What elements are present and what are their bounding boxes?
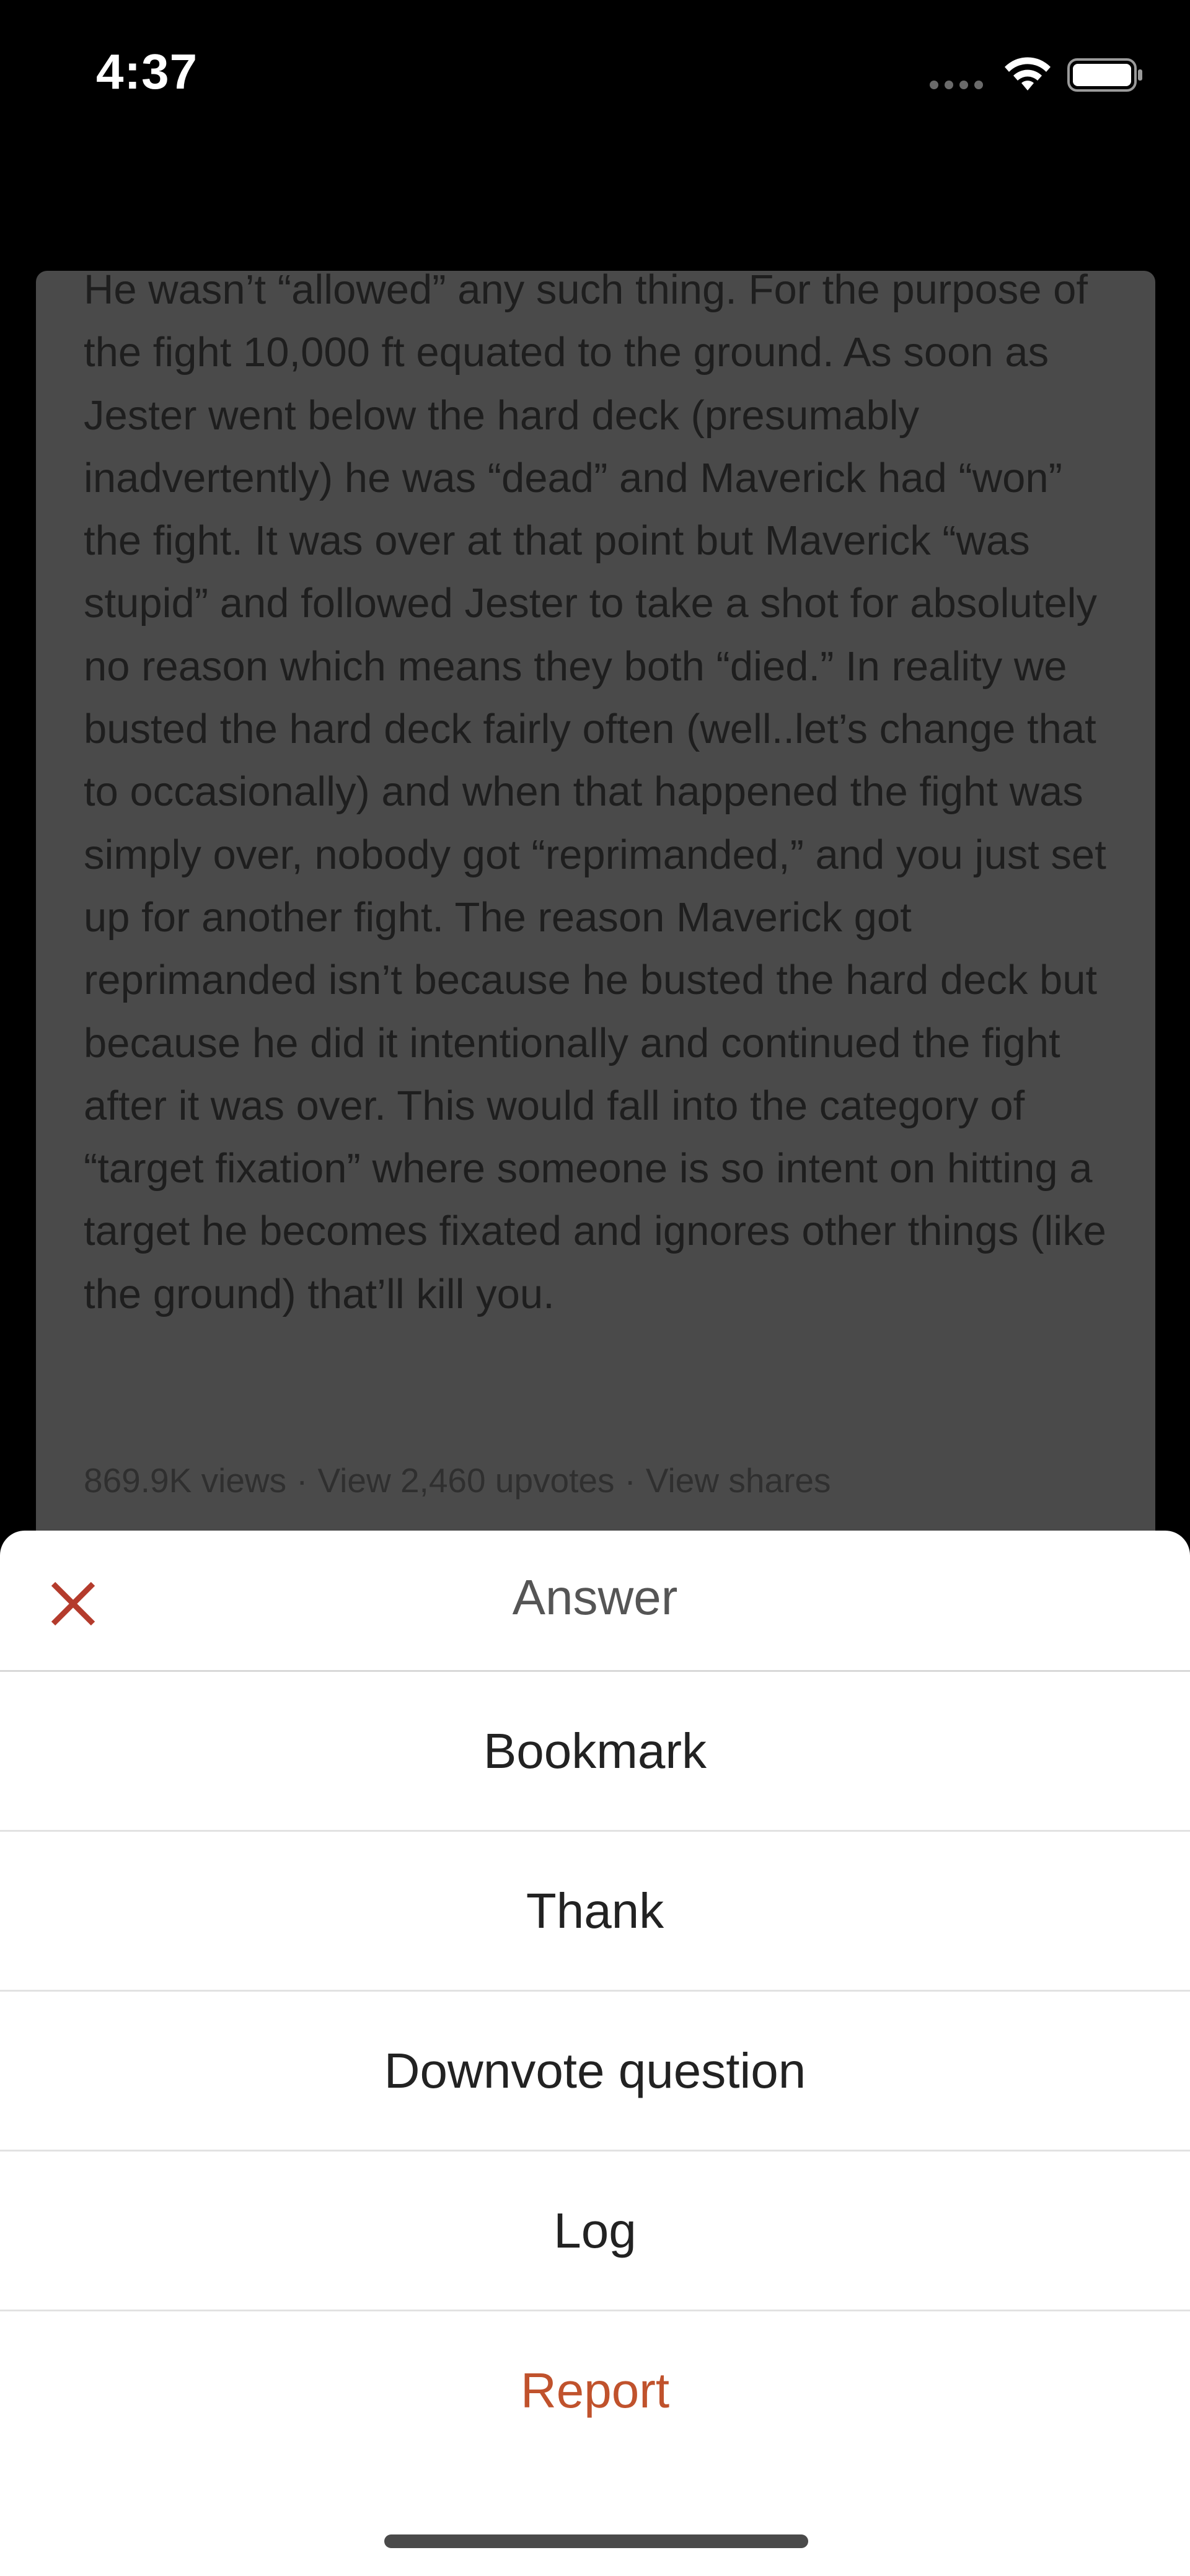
battery-icon — [1067, 58, 1142, 92]
bookmark-button[interactable]: Bookmark — [0, 1672, 1190, 1832]
log-button[interactable]: Log — [0, 2152, 1190, 2311]
answer-body: He wasn’t “allowed” any such thing. For … — [84, 271, 1106, 1317]
view-shares-link[interactable]: View shares — [646, 1461, 831, 1500]
report-button[interactable]: Report — [0, 2311, 1190, 2469]
wifi-icon — [1005, 57, 1051, 90]
signal-icon — [930, 81, 983, 89]
views-count: 869.9K views — [84, 1461, 287, 1500]
home-indicator[interactable] — [384, 2534, 808, 2548]
stats-separator: · — [624, 1461, 636, 1500]
stats-separator: · — [296, 1461, 308, 1500]
sheet-header: Answer — [0, 1531, 1190, 1672]
status-bar: 4:37 — [0, 0, 1190, 149]
screen: 4:37 He wasn’t “allowed” any such thing.… — [0, 0, 1190, 2576]
view-upvotes-link[interactable]: View 2,460 upvotes — [317, 1461, 614, 1500]
sheet-title: Answer — [512, 1570, 678, 1625]
action-sheet: Answer Bookmark Thank Downvote question … — [0, 1531, 1190, 2576]
thank-button[interactable]: Thank — [0, 1832, 1190, 1992]
answer-stats: 869.9K views · View 2,460 upvotes · View… — [84, 1461, 831, 1500]
action-list: Bookmark Thank Downvote question Log Rep… — [0, 1672, 1190, 2469]
status-time: 4:37 — [96, 44, 198, 99]
downvote-question-button[interactable]: Downvote question — [0, 1992, 1190, 2152]
answer-card: He wasn’t “allowed” any such thing. For … — [36, 271, 1155, 1634]
